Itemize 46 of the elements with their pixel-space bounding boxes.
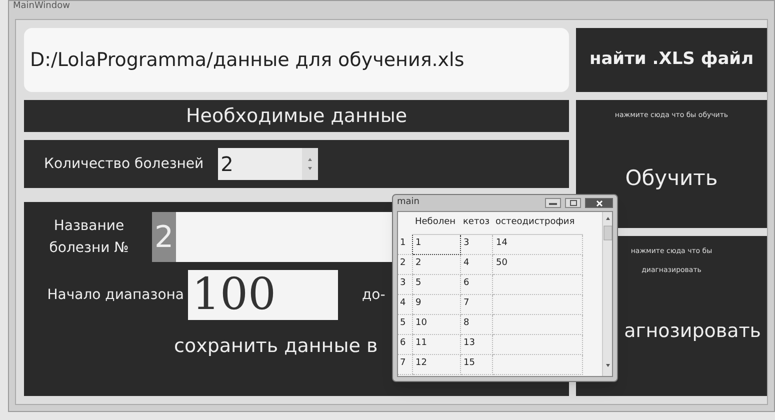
disease-name-label: болезни № [49,239,129,258]
row-header: 2 [398,254,412,274]
disease-name-label: Название [54,217,124,236]
column-header[interactable]: кетоз [460,212,493,234]
diagnose-label: агнозировать [624,319,762,344]
count-spinbox[interactable]: 2 [218,148,318,180]
table-cell: 9 [412,294,460,314]
section-header: Необходимые данные [24,100,569,132]
table-cell: 11 [412,334,460,354]
table-cell: 12 [412,354,460,374]
row-header: 4 [398,294,412,314]
table-cell: 10 [412,314,460,334]
minimize-icon[interactable] [545,198,561,208]
train-label: Обучить [625,164,718,192]
count-label: Количество болезней [44,154,204,174]
window-title: MainWindow [13,2,70,11]
range-start-field[interactable]: 100 [188,270,338,320]
close-icon[interactable] [585,198,613,208]
column-header[interactable]: остеодистрофия [492,212,583,234]
spinbox-value: 2 [220,151,234,178]
table-cell: 3 [460,234,493,254]
range-start-label: Начало диапазона [46,286,184,304]
table-cell: 7 [460,294,493,314]
maximize-icon[interactable] [565,198,581,208]
table-cell: 13 [460,334,493,354]
table-cell: 4 [460,254,493,274]
row-header: 3 [398,274,412,294]
table-cell: 1 [412,234,460,254]
row-header: 6 [398,334,412,354]
row-header: 5 [398,314,412,334]
range-end-label: до- [362,286,386,304]
row-header: 1 [398,234,412,254]
table-cell: 2 [412,254,460,274]
path-field[interactable]: D:/LolaProgramma/данные для обучения.xls [24,28,569,92]
row-header: 7 [398,354,412,374]
column-header[interactable]: Неболен [412,212,460,234]
table-cell: 50 [492,254,583,274]
find-file-button[interactable]: найти .XLS файл [576,28,767,92]
table-cell: 15 [460,354,493,374]
table-cell: 5 [412,274,460,294]
table-cell: 14 [492,234,583,254]
table-cell: 6 [460,274,493,294]
table-cell: 8 [460,314,493,334]
disease-number: 2 [152,212,176,262]
popup-title: main [397,196,420,210]
scrollbar[interactable] [602,212,612,376]
